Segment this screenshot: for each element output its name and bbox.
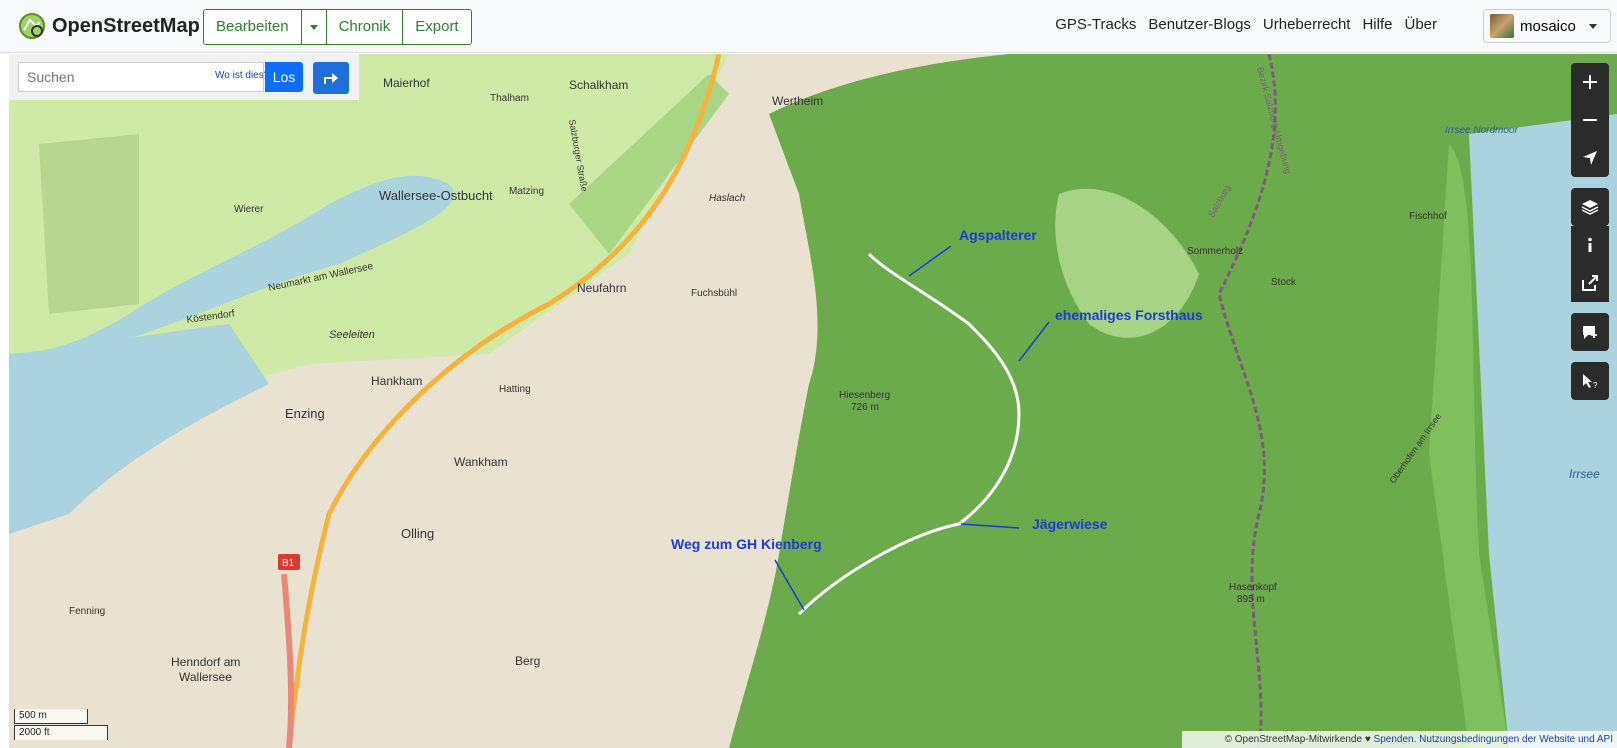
place-label: Haslach: [709, 193, 746, 204]
place-label: Hatting: [499, 384, 531, 395]
place-label: Matzing: [509, 186, 544, 197]
place-label: Fuchsbühl: [691, 288, 737, 299]
map-key-button[interactable]: [1571, 226, 1609, 264]
place-label: Wierer: [234, 204, 264, 215]
place-label: Hasenkopf: [1229, 582, 1277, 593]
locate-button[interactable]: [1571, 139, 1609, 177]
zoom-in-icon: [1583, 75, 1597, 89]
search-form: Wo ist dies? Los: [9, 54, 359, 100]
place-label: Olling: [401, 526, 434, 541]
place-label: Wallersee-Ostbucht: [379, 188, 493, 203]
caret-down-icon: [1588, 24, 1597, 29]
caret-down-icon: [309, 25, 318, 30]
directions-button[interactable]: [313, 62, 349, 94]
terms-link[interactable]: Nutzungsbedingungen der Website und API: [1419, 734, 1613, 745]
place-label: Maierhof: [383, 76, 430, 90]
osm-logo-icon: [19, 13, 45, 39]
zoom-out-button[interactable]: [1571, 101, 1609, 139]
attribution: © OpenStreetMap-Mitwirkende ♥ Spenden. N…: [1182, 731, 1617, 748]
place-label: Hiesenberg: [839, 390, 890, 401]
directions-icon: [324, 73, 338, 84]
query-icon: ?: [1583, 374, 1598, 390]
svg-text:?: ?: [1593, 381, 1598, 390]
place-label: Schalkham: [569, 78, 628, 92]
user-menu[interactable]: mosaico: [1483, 9, 1611, 43]
place-label: Berg: [515, 654, 540, 668]
annotation-label: Weg zum GH Kienberg: [671, 536, 822, 552]
nav-user-diaries[interactable]: Benutzer-Blogs: [1148, 16, 1251, 33]
username: mosaico: [1520, 17, 1576, 35]
scale-metric: 500 m: [14, 709, 88, 724]
edit-button[interactable]: Bearbeiten: [204, 10, 302, 44]
place-label: Hankham: [371, 374, 422, 388]
scale-bar: 500 m 2000 ft: [14, 709, 108, 743]
place-label: Henndorf am: [171, 655, 240, 669]
place-label: Neufahrn: [577, 281, 626, 295]
annotation-label: Jägerwiese: [1032, 516, 1108, 532]
place-label: Enzing: [285, 406, 325, 421]
secondary-nav: GPS-Tracks Benutzer-Blogs Urheberrecht H…: [1055, 16, 1437, 33]
query-features-button[interactable]: ?: [1571, 362, 1609, 400]
place-label: Fischhof: [1409, 211, 1447, 222]
add-note-icon: [1583, 326, 1597, 339]
top-navbar: OpenStreetMap Bearbeiten Chronik Export …: [0, 0, 1617, 53]
search-go-button[interactable]: Los: [265, 62, 303, 92]
place-label: Wallersee: [179, 670, 232, 684]
info-icon: [1588, 237, 1592, 252]
place-label: Irrsee: [1569, 467, 1600, 481]
where-is-this-link[interactable]: Wo ist dies?: [215, 70, 269, 81]
road-ref-label: B1: [282, 558, 295, 569]
map-canvas[interactable]: Maierhof Thalham Schalkham Wertheim Wier…: [9, 54, 1617, 748]
zoom-out-icon: [1583, 119, 1597, 121]
map-tiles[interactable]: Maierhof Thalham Schalkham Wertheim Wier…: [9, 54, 1617, 748]
place-label: Wertheim: [772, 94, 823, 108]
nav-copyright[interactable]: Urheberrecht: [1263, 16, 1351, 33]
place-label: Wankham: [454, 455, 508, 469]
logo[interactable]: OpenStreetMap: [18, 10, 200, 42]
app-title: OpenStreetMap: [52, 14, 200, 37]
edit-button-group: Bearbeiten Chronik Export: [203, 9, 472, 45]
place-label: Sommerholz: [1187, 246, 1243, 257]
attribution-prefix[interactable]: © OpenStreetMap-Mitwirkende ♥: [1225, 734, 1371, 745]
share-button[interactable]: [1571, 264, 1609, 302]
nav-gps-tracks[interactable]: GPS-Tracks: [1055, 16, 1136, 33]
place-label: Stock: [1271, 277, 1297, 288]
nav-about[interactable]: Über: [1404, 16, 1437, 33]
annotation-label: ehemaliges Forsthaus: [1055, 307, 1203, 323]
nav-help[interactable]: Hilfe: [1362, 16, 1392, 33]
layers-button[interactable]: [1571, 188, 1609, 226]
history-button[interactable]: Chronik: [326, 10, 404, 44]
place-label: 895 m: [1237, 594, 1265, 605]
place-label: Seeleiten: [329, 329, 375, 341]
place-label: Irrsee Nordmoor: [1445, 125, 1518, 136]
layers-icon: [1581, 200, 1599, 215]
avatar: [1490, 14, 1514, 38]
locate-icon: [1583, 151, 1597, 165]
place-label: 726 m: [851, 402, 879, 413]
annotation-label: Agspalterer: [959, 227, 1037, 243]
export-button[interactable]: Export: [403, 10, 471, 44]
scale-imperial: 2000 ft: [14, 725, 108, 740]
share-icon: [1582, 275, 1598, 291]
zoom-in-button[interactable]: [1571, 63, 1609, 101]
edit-dropdown-button[interactable]: [301, 10, 327, 44]
place-label: Fenning: [69, 606, 105, 617]
donate-link[interactable]: Spenden.: [1374, 734, 1417, 745]
place-label: Thalham: [490, 93, 529, 104]
add-note-button[interactable]: [1571, 313, 1609, 351]
